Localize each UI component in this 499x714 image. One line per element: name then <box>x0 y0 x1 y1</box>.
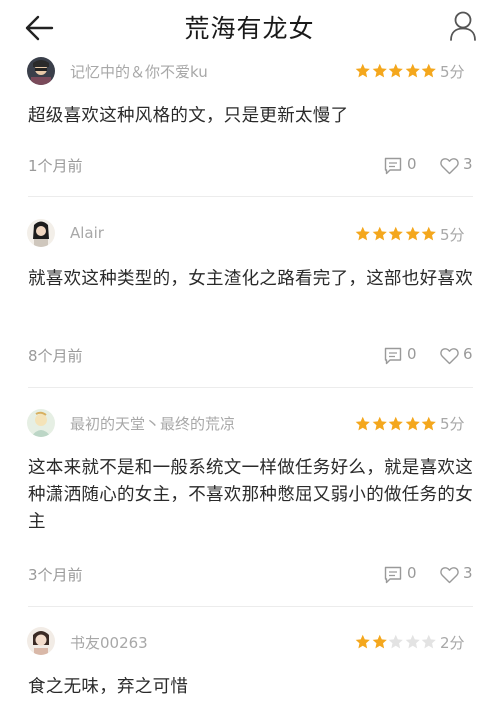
rating-score: 5分 <box>440 63 465 81</box>
comment-text: 超级喜欢这种风格的文，只是更新太慢了 <box>28 106 349 126</box>
rating-stars <box>355 416 437 434</box>
reply-count: 0 <box>407 155 417 173</box>
rating-score: 5分 <box>440 415 465 433</box>
username[interactable]: 书友00263 <box>70 632 148 653</box>
like-count: 6 <box>463 345 473 363</box>
star-filled-icon <box>372 416 387 431</box>
app-header: 荒海有龙女 <box>0 0 499 56</box>
star-filled-icon <box>355 634 370 649</box>
divider <box>28 606 473 607</box>
heart-icon[interactable] <box>440 566 459 584</box>
reply-count: 0 <box>407 564 417 582</box>
star-filled-icon <box>405 63 420 78</box>
username[interactable]: Alair <box>70 224 104 242</box>
avatar[interactable] <box>27 219 55 247</box>
comment-text: 这本来就不是和一般系统文一样做任务好么，就是喜欢这种潇洒随心的女主，不喜欢那种憋… <box>28 458 473 532</box>
heart-icon[interactable] <box>440 347 459 365</box>
star-filled-icon <box>388 226 403 241</box>
star-filled-icon <box>355 63 370 78</box>
username[interactable]: 记忆中的＆你不爱ku <box>70 61 208 82</box>
comment-time: 8个月前 <box>28 347 83 365</box>
star-filled-icon <box>388 416 403 431</box>
comment-time: 3个月前 <box>28 566 83 584</box>
username[interactable]: 最初的天堂丶最终的荒凉 <box>70 413 235 434</box>
avatar[interactable] <box>27 57 55 85</box>
star-filled-icon <box>355 416 370 431</box>
divider <box>28 196 473 197</box>
rating-score: 5分 <box>440 226 465 244</box>
star-filled-icon <box>405 416 420 431</box>
rating-stars <box>355 226 437 244</box>
rating-stars <box>355 634 437 652</box>
star-empty-icon <box>405 634 420 649</box>
avatar[interactable] <box>27 409 55 437</box>
like-count: 3 <box>463 564 473 582</box>
reply-icon[interactable] <box>384 566 402 584</box>
star-empty-icon <box>421 634 436 649</box>
rating-stars <box>355 63 437 81</box>
star-filled-icon <box>372 63 387 78</box>
divider <box>28 387 473 388</box>
star-filled-icon <box>355 226 370 241</box>
star-filled-icon <box>372 634 387 649</box>
star-filled-icon <box>421 63 436 78</box>
comment-text: 食之无味，弃之可惜 <box>28 677 189 697</box>
reply-icon[interactable] <box>384 157 402 175</box>
reply-icon[interactable] <box>384 347 402 365</box>
user-icon[interactable] <box>449 11 477 41</box>
rating-score: 2分 <box>440 634 465 652</box>
star-filled-icon <box>421 416 436 431</box>
star-filled-icon <box>388 63 403 78</box>
comment-time: 1个月前 <box>28 157 83 175</box>
comment-text: 就喜欢这种类型的，女主渣化之路看完了，这部也好喜欢 <box>28 269 473 289</box>
star-empty-icon <box>388 634 403 649</box>
star-filled-icon <box>421 226 436 241</box>
like-count: 3 <box>463 155 473 173</box>
star-filled-icon <box>405 226 420 241</box>
avatar[interactable] <box>27 627 55 655</box>
page-title: 荒海有龙女 <box>184 14 315 43</box>
heart-icon[interactable] <box>440 157 459 175</box>
reply-count: 0 <box>407 345 417 363</box>
star-filled-icon <box>372 226 387 241</box>
